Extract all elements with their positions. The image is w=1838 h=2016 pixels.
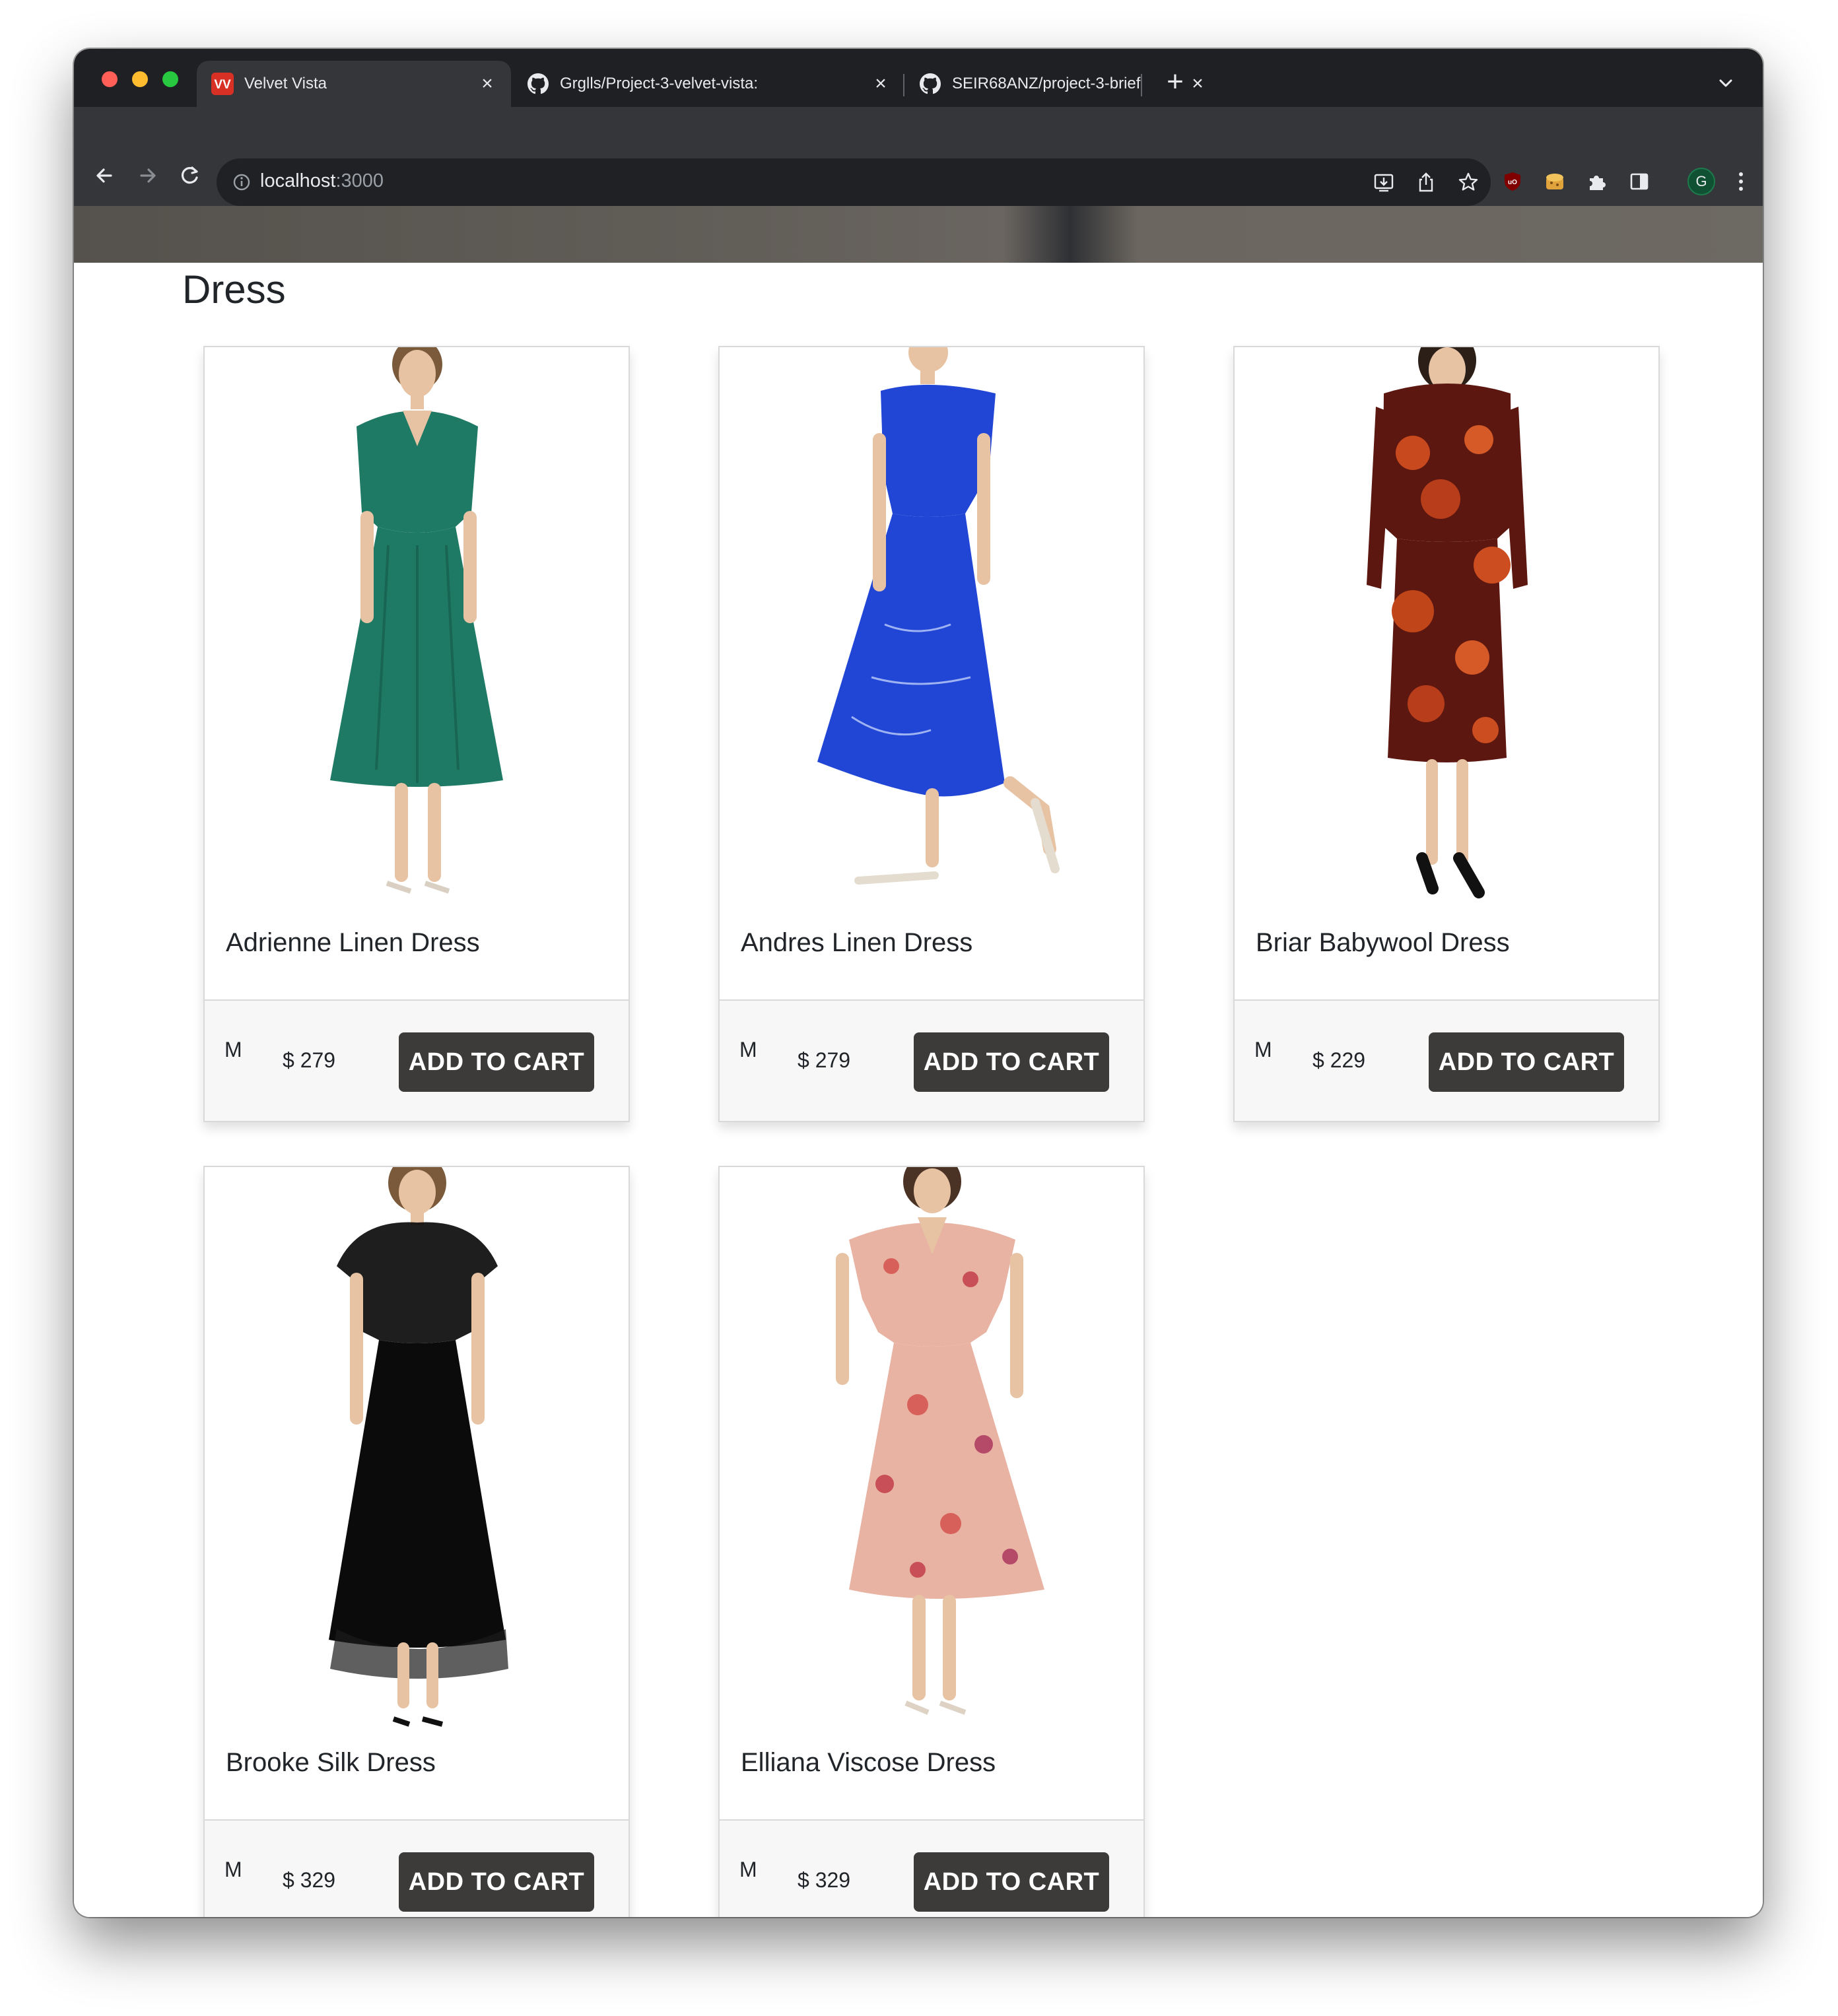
address-bar[interactable]: localhost:3000 xyxy=(217,158,1491,206)
tab-title: Velvet Vista xyxy=(244,75,327,92)
product-card: Briar Babywool Dress M $ 229 ADD TO CART xyxy=(1233,346,1660,1122)
ublock-origin-icon[interactable]: uO xyxy=(1500,169,1525,194)
product-card: Elliana Viscose Dress M $ 329 ADD TO CAR… xyxy=(718,1166,1145,1917)
tab-separator xyxy=(1141,74,1142,96)
product-name: Briar Babywool Dress xyxy=(1256,928,1510,957)
forward-arrow-icon[interactable] xyxy=(135,162,161,189)
product-image[interactable] xyxy=(720,1167,1143,1728)
close-tab-icon[interactable]: × xyxy=(478,73,496,94)
back-arrow-icon[interactable] xyxy=(91,162,118,189)
product-image[interactable] xyxy=(205,347,629,908)
page-viewport: Dress Adrienne Linen Dress M $ 279 ADD T… xyxy=(74,206,1763,1917)
product-image[interactable] xyxy=(1235,347,1658,908)
more-options-icon[interactable] xyxy=(1731,168,1751,195)
add-to-cart-button[interactable]: ADD TO CART xyxy=(1429,1032,1624,1092)
product-price: $ 279 xyxy=(283,1048,336,1072)
extensions-puzzle-icon[interactable] xyxy=(1584,169,1610,194)
product-name: Adrienne Linen Dress xyxy=(226,928,480,957)
product-price: $ 329 xyxy=(798,1868,851,1892)
info-icon[interactable] xyxy=(232,173,251,191)
velvet-vista-logo-icon: VV xyxy=(211,73,234,95)
tab-title: SEIR68ANZ/project-3-brief xyxy=(952,75,1141,92)
product-image[interactable] xyxy=(205,1167,629,1728)
dress-skirt xyxy=(817,514,1005,797)
close-tab-icon[interactable]: × xyxy=(871,73,890,94)
bookmark-star-icon[interactable] xyxy=(1456,170,1480,194)
url-port: :3000 xyxy=(335,170,384,191)
add-to-cart-button[interactable]: ADD TO CART xyxy=(914,1852,1109,1912)
tab-strip: VV Velvet Vista × Grglls/Project-3-velve… xyxy=(74,49,1763,107)
product-name: Andres Linen Dress xyxy=(741,928,973,957)
product-image[interactable] xyxy=(720,347,1143,908)
install-app-icon[interactable] xyxy=(1372,170,1396,194)
product-size: M xyxy=(739,1858,757,1881)
tab-velvet-vista[interactable]: VV Velvet Vista × xyxy=(197,61,511,107)
url-host: localhost xyxy=(260,170,336,191)
tab-title: Grglls/Project-3-velvet-vista: xyxy=(560,75,759,92)
github-icon xyxy=(527,73,549,95)
product-price: $ 279 xyxy=(798,1048,851,1072)
tab-github-velvet-vista[interactable]: Grglls/Project-3-velvet-vista: × xyxy=(512,61,904,107)
product-footer: M $ 329 ADD TO CART xyxy=(720,1819,1143,1917)
product-footer: M $ 279 ADD TO CART xyxy=(205,999,629,1121)
close-window-button[interactable] xyxy=(102,71,118,87)
product-card: Adrienne Linen Dress M $ 279 ADD TO CART xyxy=(203,346,630,1122)
reload-icon[interactable] xyxy=(177,162,203,189)
add-to-cart-button[interactable]: ADD TO CART xyxy=(399,1032,594,1092)
product-name: Elliana Viscose Dress xyxy=(741,1748,996,1777)
new-tab-button[interactable]: + xyxy=(1161,67,1190,98)
github-icon xyxy=(919,73,941,95)
product-size: M xyxy=(224,1038,242,1061)
browser-window: VV Velvet Vista × Grglls/Project-3-velve… xyxy=(74,49,1763,1917)
product-footer: M $ 329 ADD TO CART xyxy=(205,1819,629,1917)
product-price: $ 229 xyxy=(1312,1048,1366,1072)
hero-banner-image xyxy=(74,206,1763,263)
close-tab-icon[interactable]: × xyxy=(1188,73,1207,94)
add-to-cart-button[interactable]: ADD TO CART xyxy=(399,1852,594,1912)
product-footer: M $ 229 ADD TO CART xyxy=(1235,999,1658,1121)
product-name: Brooke Silk Dress xyxy=(226,1748,436,1777)
cookie-extension-icon[interactable] xyxy=(1542,169,1567,194)
chevron-down-icon[interactable] xyxy=(1715,73,1736,94)
svg-text:uO: uO xyxy=(1508,179,1517,186)
share-icon[interactable] xyxy=(1414,170,1438,194)
product-size: M xyxy=(224,1858,242,1881)
add-to-cart-button[interactable]: ADD TO CART xyxy=(914,1032,1109,1092)
minimize-window-button[interactable] xyxy=(132,71,148,87)
favicon-text: VV xyxy=(214,78,231,92)
product-size: M xyxy=(1254,1038,1272,1061)
profile-avatar[interactable]: G xyxy=(1687,168,1715,195)
maximize-window-button[interactable] xyxy=(162,71,178,87)
side-panel-icon[interactable] xyxy=(1627,169,1652,194)
product-card: Andres Linen Dress M $ 279 ADD TO CART xyxy=(718,346,1145,1122)
product-price: $ 329 xyxy=(283,1868,336,1892)
product-size: M xyxy=(739,1038,757,1061)
product-card: Brooke Silk Dress M $ 329 ADD TO CART xyxy=(203,1166,630,1917)
product-footer: M $ 279 ADD TO CART xyxy=(720,999,1143,1121)
section-title: Dress xyxy=(182,267,286,312)
url-text: localhost:3000 xyxy=(260,170,384,192)
